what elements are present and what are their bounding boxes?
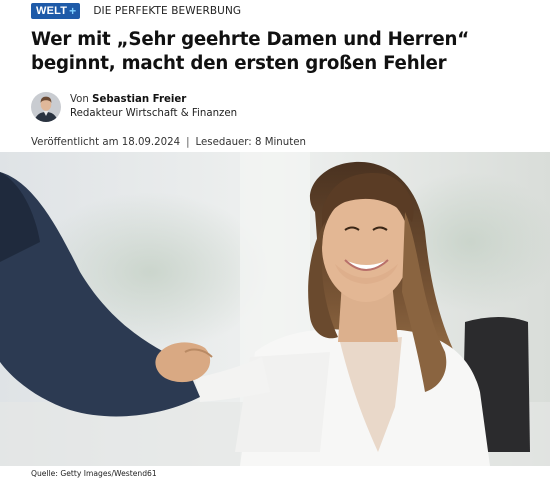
article-kicker: DIE PERFEKTE BEWERBUNG bbox=[93, 5, 242, 17]
meta-separator: | bbox=[186, 137, 190, 148]
author-byline: Von Sebastian Freier Redakteur Wirtschaf… bbox=[31, 92, 237, 122]
article-hero-image[interactable] bbox=[0, 152, 550, 466]
article-headline: Wer mit „Sehr geehrte Damen und Herren“ … bbox=[31, 29, 469, 74]
logo-plus: + bbox=[69, 4, 77, 18]
article-topline: WELT + DIE PERFEKTE BEWERBUNG bbox=[31, 3, 241, 19]
author-name[interactable]: Sebastian Freier bbox=[92, 94, 186, 105]
image-caption: Quelle: Getty Images/Westend61 bbox=[31, 469, 157, 478]
article-meta: Veröffentlicht am 18.09.2024 | Lesedauer… bbox=[31, 137, 306, 148]
reading-time: Lesedauer: 8 Minuten bbox=[195, 137, 306, 148]
logo-text: WELT bbox=[36, 5, 68, 17]
author-avatar[interactable] bbox=[31, 92, 61, 122]
author-photo-icon bbox=[31, 92, 61, 122]
publish-date: Veröffentlicht am 18.09.2024 bbox=[31, 137, 181, 148]
author-prefix: Von bbox=[70, 94, 89, 105]
welt-plus-logo[interactable]: WELT + bbox=[31, 3, 81, 19]
handshake-photo bbox=[0, 152, 550, 466]
author-role: Redakteur Wirtschaft & Finanzen bbox=[70, 108, 238, 119]
